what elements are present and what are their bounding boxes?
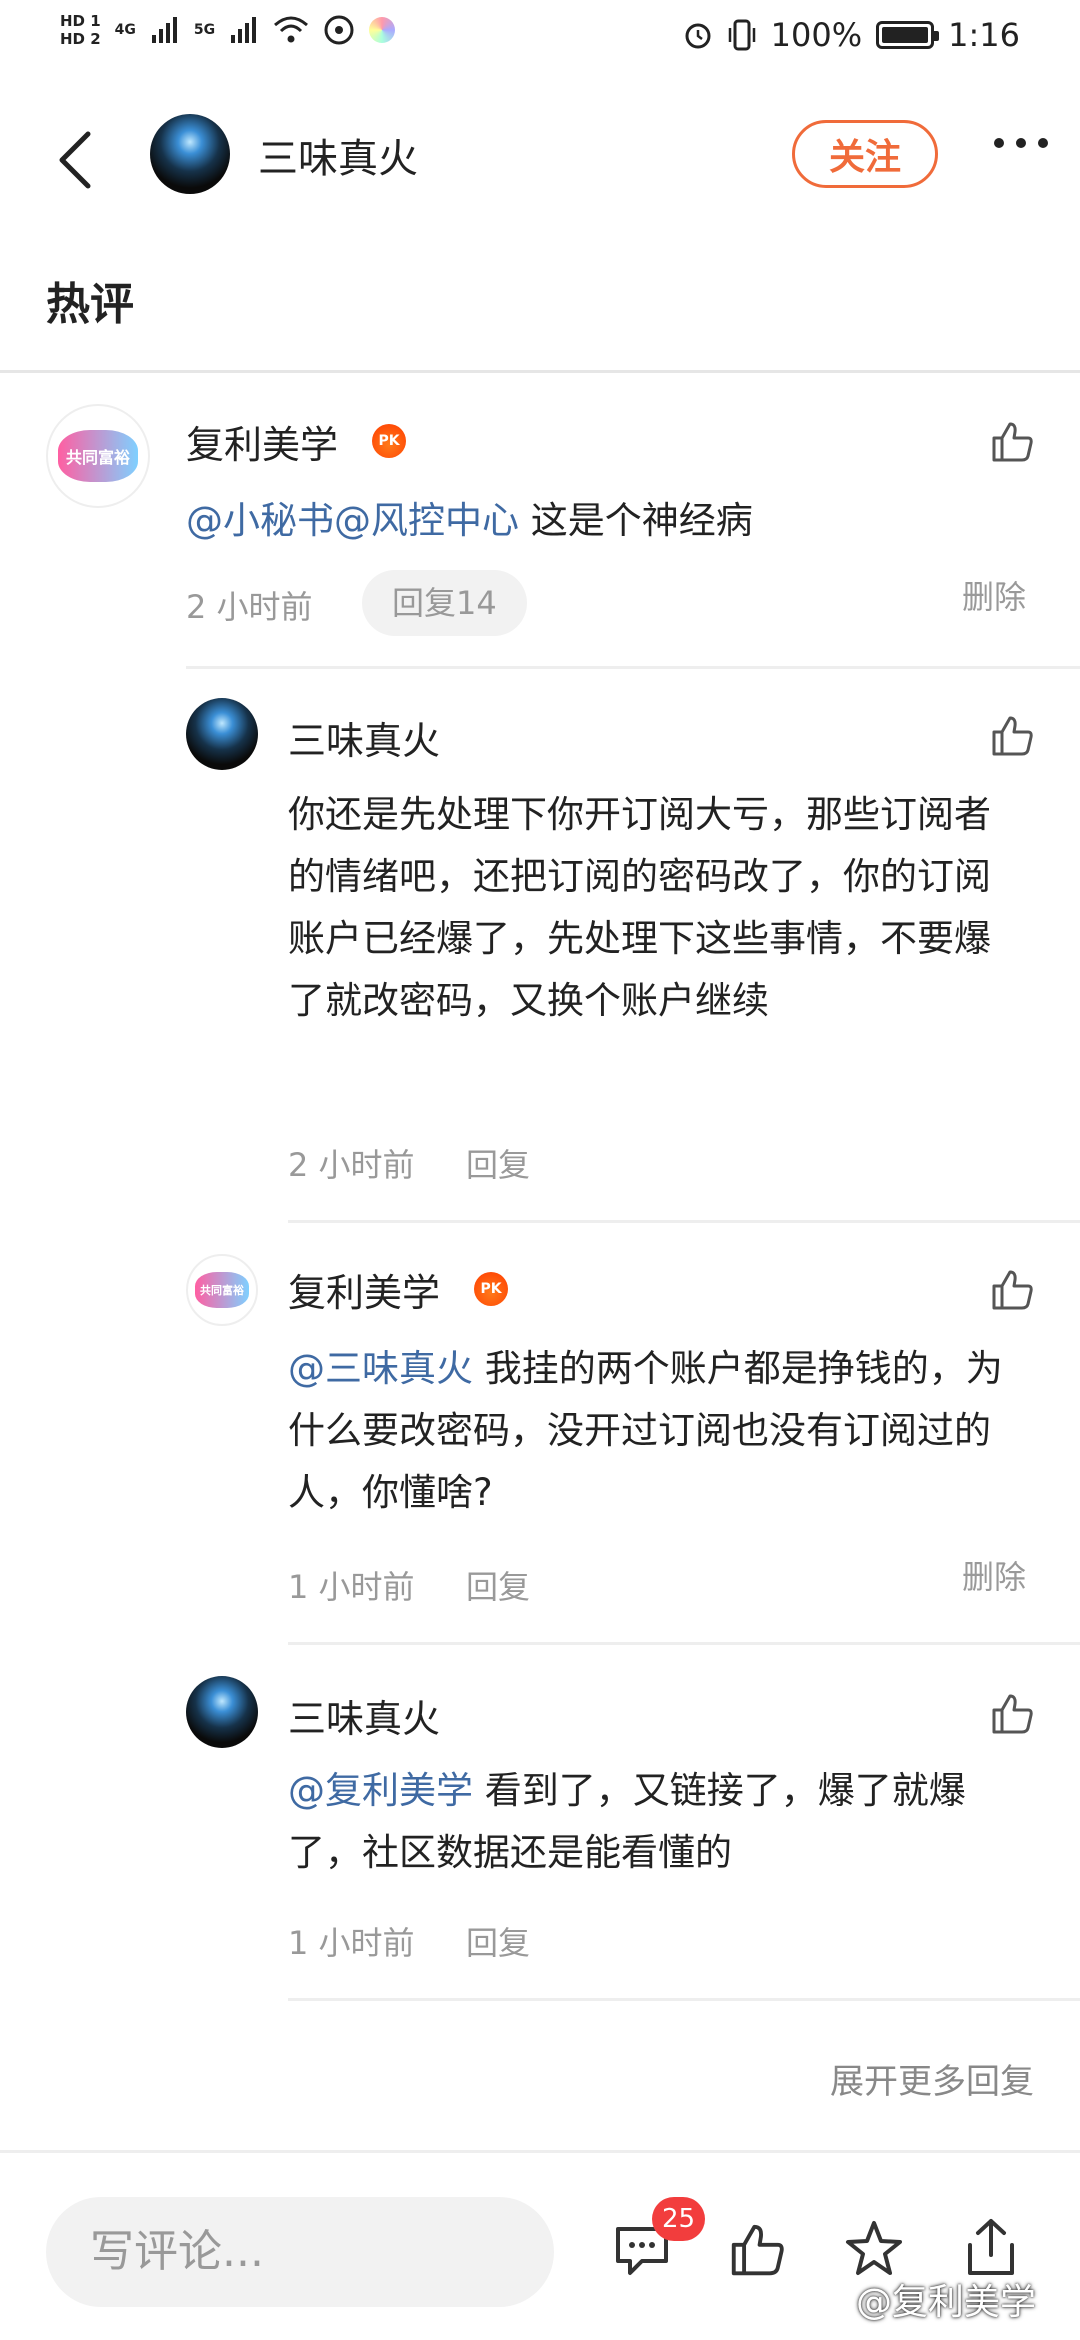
comment-time: 2 小时前 (186, 588, 313, 626)
separator (288, 1220, 1080, 1223)
reply-time: 1 小时前 (288, 1924, 415, 1962)
separator (186, 666, 1080, 669)
reply-time: 1 小时前 (288, 1568, 415, 1606)
watermark-text: @复利美学 (856, 2282, 1037, 2323)
wifi-icon (274, 16, 309, 43)
reply-time: 2 小时前 (288, 1146, 415, 1184)
avatar-logo-text: 共同富裕 (194, 1272, 250, 1308)
reply-avatar[interactable] (186, 698, 258, 770)
bottom-bar: 写评论... 25 @复利美学 (0, 2150, 1080, 2340)
vibrate-icon (728, 19, 755, 51)
hd-indicators: HD 1 HD 2 (60, 12, 101, 48)
comment-body: 这是个神经病 (519, 499, 753, 542)
expand-more-replies[interactable]: 展开更多回复 (830, 2054, 1034, 2103)
avatar-logo-text: 共同富裕 (58, 430, 138, 482)
hd2-indicator: HD 2 (60, 30, 101, 48)
reply-button[interactable]: 回复 (466, 1140, 530, 1186)
comment-avatar[interactable]: 共同富裕 (46, 404, 150, 508)
pk-badge-icon: PK (372, 424, 406, 458)
mention-link[interactable]: @三味真火 (288, 1347, 473, 1390)
reply-text: 你还是先处理下你开订阅大亏，那些订阅者的情绪吧，还把订阅的密码改了，你的订阅账户… (288, 793, 991, 1022)
signal-icon (151, 17, 177, 43)
like-icon[interactable] (988, 712, 1036, 760)
reply-avatar[interactable] (186, 1676, 258, 1748)
hotspot-icon (324, 15, 354, 45)
status-left: HD 1 HD 2 4G 5G (60, 12, 396, 48)
app-notification-icon (369, 17, 396, 43)
reply-author[interactable]: 三味真火 (288, 1688, 440, 1743)
more-icon[interactable] (994, 138, 1048, 148)
separator (288, 1642, 1080, 1645)
reply-author[interactable]: 复利美学 (288, 1262, 440, 1317)
delete-button[interactable]: 删除 (962, 1552, 1026, 1598)
signal-icon-2 (231, 17, 257, 43)
mention-link[interactable]: @小秘书@风控中心 (186, 499, 519, 542)
header-avatar[interactable] (150, 114, 230, 194)
battery-icon (876, 21, 940, 49)
follow-button[interactable]: 关注 (792, 120, 938, 188)
reply-author[interactable]: 三味真火 (288, 710, 440, 765)
hd1-indicator: HD 1 (60, 12, 101, 30)
reply-text: @复利美学 看到了，又链接了，爆了就爆了，社区数据还是能看懂的 (288, 1760, 1028, 1884)
section-divider (0, 370, 1080, 373)
like-icon[interactable] (988, 418, 1036, 466)
like-icon[interactable] (988, 1690, 1036, 1738)
separator (288, 1998, 1080, 2001)
network-type-2: 5G (193, 22, 216, 38)
battery-percent: 100% (770, 16, 863, 54)
clock: 1:16 (948, 16, 1020, 54)
reply-text: @三味真火 我挂的两个账户都是挣钱的，为什么要改密码，没开过订阅也没有订阅过的人… (288, 1338, 1018, 1524)
back-arrow-icon[interactable] (48, 120, 108, 200)
reply-button[interactable]: 回复 (466, 1562, 530, 1608)
battery-level-fill (882, 27, 929, 43)
network-type-1: 4G (114, 22, 136, 38)
reply-count-button[interactable]: 回复14 (362, 570, 527, 636)
mention-link[interactable]: @复利美学 (288, 1769, 473, 1812)
reply-button[interactable]: 回复 (466, 1918, 530, 1964)
delete-button[interactable]: 删除 (962, 572, 1026, 618)
comment-author[interactable]: 复利美学 (186, 414, 338, 469)
section-title: 热评 (46, 279, 134, 330)
header: 三味真火 关注 (0, 100, 1080, 220)
share-icon[interactable] (960, 2215, 1022, 2281)
comment-input[interactable]: 写评论... (46, 2197, 554, 2307)
comment-count-badge: 25 (652, 2197, 706, 2241)
comment-text: @小秘书@风控中心 这是个神经病 (186, 490, 1006, 552)
like-icon[interactable] (726, 2219, 788, 2281)
star-icon[interactable] (842, 2217, 906, 2281)
alarm-icon (685, 23, 711, 49)
header-user-name[interactable]: 三味真火 (258, 126, 418, 184)
like-icon[interactable] (988, 1266, 1036, 1314)
pk-badge-icon: PK (474, 1272, 508, 1306)
reply-avatar[interactable]: 共同富裕 (186, 1254, 258, 1326)
status-right: 100% 1:16 (683, 16, 1020, 54)
status-bar: HD 1 HD 2 4G 5G 100% 1:16 (0, 0, 1080, 80)
